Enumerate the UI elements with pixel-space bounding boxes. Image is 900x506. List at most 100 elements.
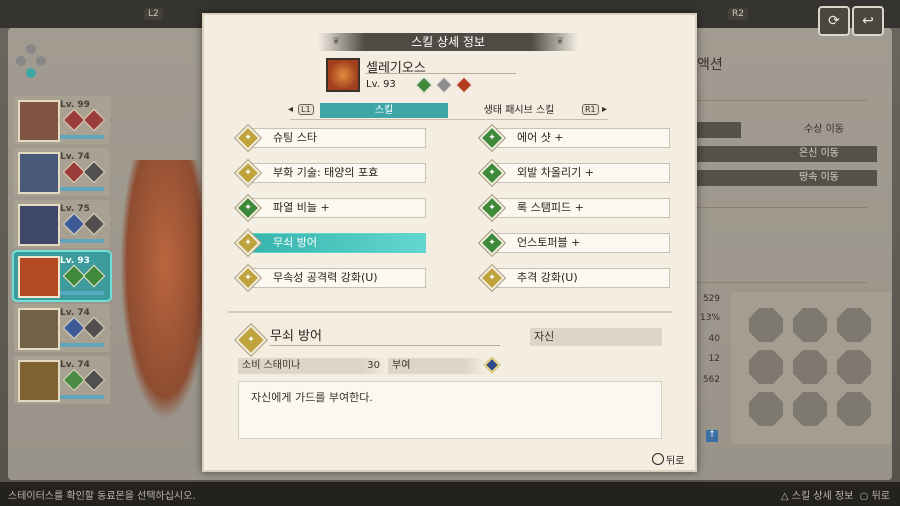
skill-power-icon: ✦ <box>235 125 261 151</box>
divider <box>697 100 867 101</box>
back-label: 뒤로 <box>666 456 685 467</box>
selected-skill-name: 무쇠 방어 <box>270 329 322 344</box>
gene-slot[interactable] <box>793 350 827 384</box>
arrow-right-icon[interactable]: ▸ <box>602 104 607 115</box>
skill-label: 슈팅 스타 <box>273 131 317 144</box>
stat-value: 529 <box>702 294 720 304</box>
skill-label: 파열 비늘 + <box>273 201 330 214</box>
party-list: Lv. 99 Lv. 74 Lv. 75 Lv. 93 Lv. 74 Lv. 7… <box>12 96 112 408</box>
move-bar <box>697 122 741 138</box>
gene-grid[interactable] <box>731 292 891 444</box>
tab-skills[interactable]: 스킬 <box>320 103 448 118</box>
move-burrow: 땅속 이동 <box>697 170 877 186</box>
party-level: Lv. 74 <box>60 152 90 162</box>
party-member-card[interactable]: Lv. 74 <box>14 148 110 196</box>
skill-row[interactable]: ✦ 에어 샷 + <box>479 125 670 151</box>
skill-label: 언스토퍼블 + <box>517 236 581 249</box>
kinship-bar <box>60 187 104 191</box>
party-level: Lv. 74 <box>60 360 90 370</box>
orb-icon <box>36 56 46 66</box>
party-level: Lv. 74 <box>60 308 90 318</box>
monster-portrait <box>326 58 360 92</box>
r2-button-hint[interactable]: R2 <box>728 8 748 20</box>
kinship-bar <box>60 343 104 347</box>
kinship-bar <box>60 395 104 399</box>
skill-row[interactable]: ✦ 무속성 공격력 강화(U) <box>235 265 426 291</box>
party-member-card[interactable]: Lv. 74 <box>14 356 110 404</box>
skill-row[interactable]: ✦ 외발 차올리기 + <box>479 160 670 186</box>
skill-target: 자신 <box>530 328 662 346</box>
skill-power-icon: ✦ <box>235 265 261 291</box>
move-water: 수상 이동 <box>804 124 844 135</box>
bottom-controls: △ 스킬 상세 정보 ○ 뒤로 <box>780 491 890 502</box>
back-button[interactable]: 뒤로 <box>652 452 684 467</box>
skill-row[interactable]: ✦ 언스토퍼블 + <box>479 230 670 256</box>
orb-icon <box>16 56 26 66</box>
stat-value: 562 <box>702 375 720 385</box>
gene-slot[interactable] <box>749 308 783 342</box>
circle-button-icon <box>652 453 664 465</box>
tab-passive-skills[interactable]: 생태 패시브 스킬 <box>454 103 584 118</box>
name-underline <box>366 73 516 74</box>
element-icon <box>82 108 106 132</box>
monster-portrait <box>18 360 60 402</box>
monster-model <box>120 160 210 420</box>
section-divider <box>228 311 672 313</box>
actions-title: 액션 <box>697 57 723 73</box>
element-icon <box>455 76 473 94</box>
selected-skill-icon: ✦ <box>235 324 267 356</box>
gene-slot[interactable] <box>793 392 827 426</box>
skill-label: 부화 기술: 태양의 포효 <box>273 166 379 179</box>
skill-label: 추격 강화(U) <box>517 271 578 284</box>
skill-detail-hint: 스킬 상세 정보 <box>791 491 854 502</box>
gene-slot[interactable] <box>837 392 871 426</box>
stat-value: 12 <box>708 354 720 364</box>
monster-portrait <box>18 152 60 194</box>
skill-row[interactable]: ✦ 부화 기술: 태양의 포효 <box>235 160 426 186</box>
party-member-card[interactable]: Lv. 99 <box>14 96 110 144</box>
detail-underline <box>270 345 500 346</box>
skill-power-icon: ✦ <box>235 230 261 256</box>
party-level: Lv. 93 <box>60 256 90 266</box>
gene-slot[interactable] <box>749 350 783 384</box>
element-icon <box>82 212 106 236</box>
back-hint: 뒤로 <box>871 491 890 502</box>
element-icon <box>415 76 433 94</box>
party-level: Lv. 99 <box>60 100 90 110</box>
monster-portrait <box>18 256 60 298</box>
party-member-card-selected[interactable]: Lv. 93 <box>12 250 112 302</box>
stamina-cost-value: 30 <box>367 360 380 371</box>
grant-label: 부여 <box>388 358 484 374</box>
skill-description: 자신에게 가드를 부여한다. <box>238 381 662 439</box>
divider <box>697 282 867 283</box>
party-member-card[interactable]: Lv. 74 <box>14 304 110 352</box>
skill-technical-icon: ✦ <box>479 160 505 186</box>
guard-buff-icon <box>483 356 501 374</box>
skill-row[interactable]: ✦ 슈팅 스타 <box>235 125 426 151</box>
r1-key[interactable]: R1 <box>582 104 599 115</box>
gene-slot[interactable] <box>837 308 871 342</box>
return-icon[interactable]: ↩ <box>852 6 884 36</box>
gene-slot[interactable] <box>793 308 827 342</box>
skill-detail-modal: ❦ ❦ 스킬 상세 정보 셀레기오스 Lv. 93 ◂ L1 스킬 생태 패시브… <box>202 13 697 472</box>
skill-power-icon: ✦ <box>235 160 261 186</box>
skill-row[interactable]: ✦ 파열 비늘 + <box>235 195 426 221</box>
skill-row[interactable]: ✦ 추격 강화(U) <box>479 265 670 291</box>
l2-button-hint[interactable]: L2 <box>144 8 163 20</box>
gene-slot[interactable] <box>837 350 871 384</box>
skill-row-selected[interactable]: ✦ 무쇠 방어 <box>235 230 426 256</box>
element-icon <box>82 264 106 288</box>
divider <box>697 207 867 208</box>
swap-icon[interactable]: ⟳ <box>818 6 850 36</box>
skill-label: 에어 샷 + <box>517 131 564 144</box>
skill-row[interactable]: ✦ 록 스탬피드 + <box>479 195 670 221</box>
l1-key[interactable]: L1 <box>298 104 314 115</box>
gene-slot[interactable] <box>749 392 783 426</box>
skill-label: 무속성 공격력 강화(U) <box>273 271 378 284</box>
kinship-bar <box>60 239 104 243</box>
arrow-left-icon[interactable]: ◂ <box>288 104 293 115</box>
monster-portrait <box>18 204 60 246</box>
skill-technical-icon: ✦ <box>479 230 505 256</box>
party-member-card[interactable]: Lv. 75 <box>14 200 110 248</box>
arrow-up-icon: ↑ <box>706 430 718 442</box>
